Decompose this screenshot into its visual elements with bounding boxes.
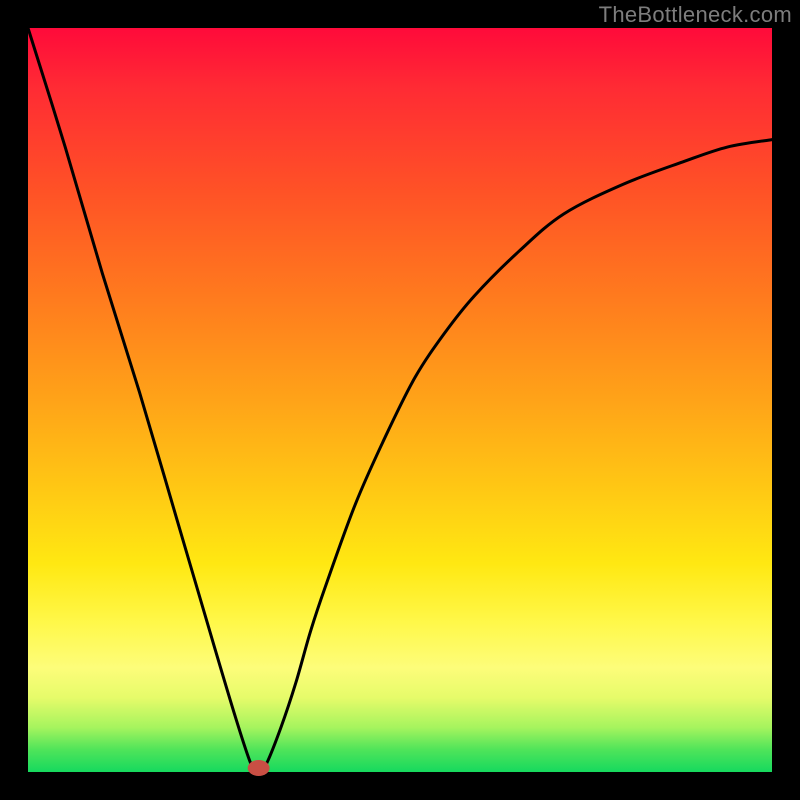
marker-dot: [248, 760, 270, 776]
bottleneck-curve: [28, 28, 772, 772]
plot-area: [28, 28, 772, 772]
chart-frame: TheBottleneck.com: [0, 0, 800, 800]
curve-layer: [28, 28, 772, 772]
watermark-text: TheBottleneck.com: [599, 2, 792, 28]
